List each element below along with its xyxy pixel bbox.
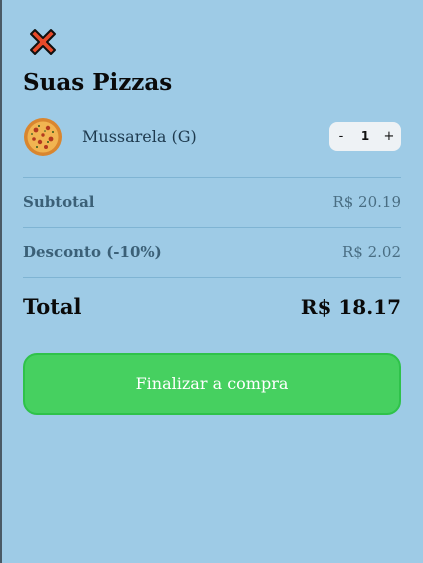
subtotal-row: Subtotal R$ 20.19 — [23, 193, 401, 215]
finish-purchase-button[interactable]: Finalizar a compra — [23, 353, 401, 415]
item-name: Mussarela (G) — [82, 127, 197, 146]
divider — [23, 277, 401, 278]
panel-left-edge — [0, 0, 2, 563]
divider — [23, 227, 401, 228]
total-row: Total R$ 18.17 — [23, 294, 401, 319]
discount-label: Desconto (-10%) — [23, 243, 162, 261]
decrement-button[interactable]: - — [329, 122, 353, 151]
pizza-icon — [23, 117, 63, 157]
cart-item: Mussarela (G) - 1 + — [23, 117, 401, 157]
discount-value: R$ 2.02 — [341, 243, 401, 261]
quantity-value: 1 — [360, 129, 370, 143]
discount-row: Desconto (-10%) R$ 2.02 — [23, 243, 401, 265]
page-title: Suas Pizzas — [23, 69, 173, 96]
subtotal-label: Subtotal — [23, 193, 95, 211]
increment-button[interactable]: + — [377, 122, 401, 151]
quantity-stepper: - 1 + — [329, 122, 401, 151]
total-label: Total — [23, 294, 82, 319]
subtotal-value: R$ 20.19 — [332, 193, 401, 211]
total-value: R$ 18.17 — [300, 295, 401, 319]
close-icon[interactable] — [26, 25, 60, 59]
divider — [23, 177, 401, 178]
